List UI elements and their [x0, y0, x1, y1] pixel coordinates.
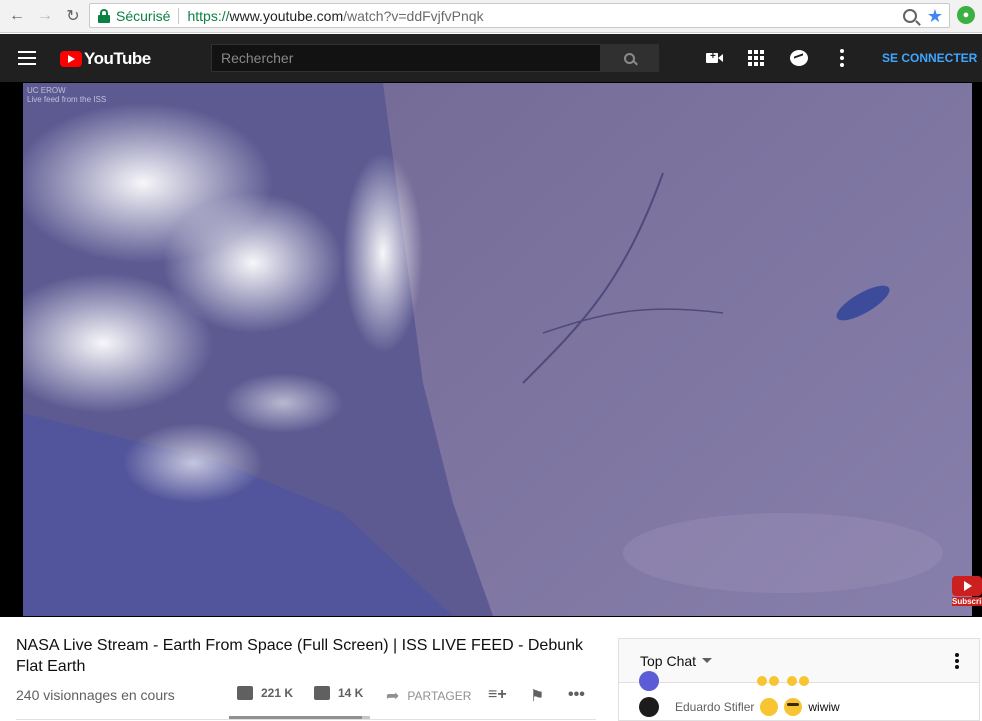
omnibox-divider	[178, 7, 180, 24]
view-count: 240 visionnages en cours	[16, 687, 175, 703]
secure-label: Sécurisé	[116, 7, 171, 24]
chevron-down-icon[interactable]	[702, 658, 713, 663]
like-count: 221 K	[261, 686, 294, 700]
apps-grid-icon[interactable]	[746, 48, 766, 68]
chat-message	[639, 671, 809, 691]
report-button[interactable]: ⚑	[530, 686, 544, 706]
lock-icon	[98, 8, 110, 23]
share-button[interactable]: ➦ PARTAGER	[386, 686, 471, 706]
grinning-emoji-icon	[760, 698, 779, 716]
video-title: NASA Live Stream - Earth From Space (Ful…	[16, 637, 584, 675]
video-overlay-text: UC EROW Live feed from the ISS	[27, 86, 107, 104]
chat-mode-dropdown[interactable]: Top Chat	[640, 653, 696, 669]
youtube-logo[interactable]: YouTube	[60, 49, 151, 69]
nerd-emoji-icon	[784, 698, 803, 716]
sign-in-button[interactable]: SE CONNECTER	[882, 51, 977, 65]
live-chat-panel: Top Chat Eduardo Stifler wiwiw	[618, 638, 980, 721]
settings-kebab-icon[interactable]	[832, 48, 852, 68]
create-video-icon[interactable]: +	[702, 48, 723, 68]
subscribe-play-icon	[952, 576, 982, 596]
dislike-button[interactable]: 14 K	[314, 686, 363, 700]
video-frame[interactable]: UC EROW Live feed from the ISS	[23, 83, 972, 616]
youtube-play-icon	[60, 51, 82, 67]
avatar	[639, 697, 659, 717]
messages-icon[interactable]	[789, 48, 809, 68]
bookmark-star-icon[interactable]: ★	[927, 7, 943, 25]
youtube-masthead: YouTube Rechercher + SE CONNECTER	[0, 34, 982, 82]
emoji-icon	[787, 676, 797, 686]
url-text[interactable]: https://www.youtube.com/watch?v=ddFvjfvP…	[187, 8, 483, 24]
emoji-icon	[757, 676, 767, 686]
more-actions-button[interactable]: •••	[568, 686, 585, 704]
chat-text: wiwiw	[808, 700, 840, 714]
search-button[interactable]	[600, 44, 659, 72]
emoji-icon	[769, 676, 779, 686]
info-divider	[16, 719, 596, 720]
share-arrow-icon: ➦	[386, 688, 400, 705]
share-label: PARTAGER	[407, 689, 472, 703]
zoom-icon[interactable]	[902, 8, 917, 23]
chat-menu-icon[interactable]	[955, 652, 959, 669]
subscribe-label: Subscribe	[952, 597, 982, 606]
search-input[interactable]: Rechercher	[211, 44, 601, 72]
add-to-playlist-button[interactable]: ≡+	[488, 686, 507, 704]
flag-icon: ⚑	[530, 688, 545, 705]
back-arrow-icon[interactable]: ←	[6, 5, 28, 27]
extension-icon[interactable]: ●	[957, 6, 975, 24]
avatar	[639, 671, 659, 691]
playlist-add-icon: ≡+	[488, 686, 507, 703]
menu-icon[interactable]	[18, 51, 36, 65]
chat-author: Eduardo Stifler	[675, 700, 755, 714]
reload-icon[interactable]: ↻	[62, 5, 84, 27]
emoji-icon	[799, 676, 809, 686]
search-icon	[624, 52, 635, 64]
more-horizontal-icon: •••	[568, 686, 585, 703]
forward-arrow-icon[interactable]: →	[34, 5, 56, 27]
address-bar[interactable]: Sécurisé https://www.youtube.com/watch?v…	[89, 3, 950, 28]
video-player[interactable]: UC EROW Live feed from the ISS Subscribe	[0, 82, 982, 617]
chat-message: Eduardo Stifler wiwiw	[639, 697, 840, 717]
logo-wordmark: YouTube	[84, 49, 151, 68]
thumbs-up-icon	[237, 686, 253, 700]
earth-view-image	[23, 83, 972, 616]
browser-toolbar: ← → ↻ Sécurisé https://www.youtube.com/w…	[0, 0, 982, 33]
thumbs-down-icon	[314, 686, 330, 700]
subscribe-watermark[interactable]: Subscribe	[952, 576, 982, 606]
like-button[interactable]: 221 K	[237, 686, 293, 700]
dislike-count: 14 K	[338, 686, 364, 700]
